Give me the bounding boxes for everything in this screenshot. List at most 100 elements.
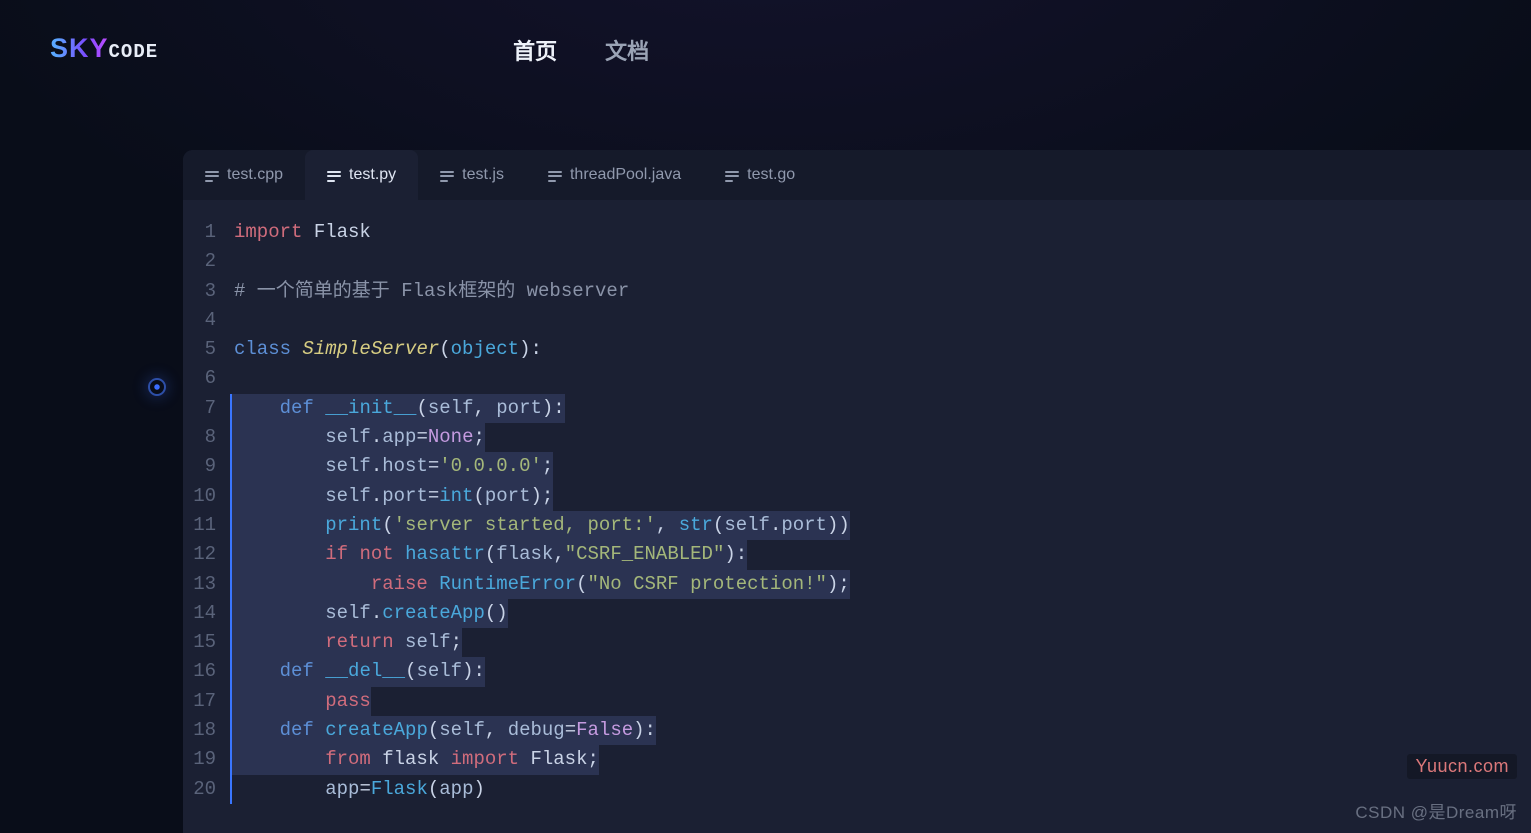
logo: SKYCODE: [50, 33, 158, 67]
line-content: raise RuntimeError("No CSRF protection!"…: [230, 570, 850, 599]
line-content: # 一个简单的基于 Flask框架的 webserver: [230, 277, 629, 306]
code-line-18[interactable]: 18 def createApp(self, debug=False):: [183, 716, 1531, 745]
line-content-wrapper: pass: [230, 687, 1531, 716]
line-number: 18: [183, 716, 230, 745]
code-line-1[interactable]: 1import Flask: [183, 218, 1531, 247]
file-tab-label: threadPool.java: [570, 166, 681, 184]
line-number: 3: [183, 277, 230, 306]
file-tab-label: test.py: [349, 166, 396, 184]
line-content: if not hasattr(flask,"CSRF_ENABLED"):: [230, 540, 747, 569]
file-tab-threadPool-java[interactable]: threadPool.java: [526, 150, 703, 200]
file-tab-test-js[interactable]: test.js: [418, 150, 526, 200]
code-line-12[interactable]: 12 if not hasattr(flask,"CSRF_ENABLED"):: [183, 540, 1531, 569]
logo-text-sky: SKY: [50, 33, 109, 63]
logo-text-code: CODE: [109, 23, 159, 63]
line-number: 6: [183, 364, 230, 393]
line-content-wrapper: [230, 364, 1531, 393]
file-tab-test-go[interactable]: test.go: [703, 150, 817, 200]
line-content-wrapper: if not hasattr(flask,"CSRF_ENABLED"):: [230, 540, 1531, 569]
line-content-wrapper: raise RuntimeError("No CSRF protection!"…: [230, 570, 1531, 599]
file-tab-label: test.cpp: [227, 166, 283, 184]
line-content: from flask import Flask;: [230, 745, 599, 774]
line-content: pass: [230, 687, 371, 716]
line-number: 2: [183, 247, 230, 276]
line-content: self.app=None;: [230, 423, 485, 452]
code-line-10[interactable]: 10 self.port=int(port);: [183, 482, 1531, 511]
line-content: def createApp(self, debug=False):: [230, 716, 656, 745]
watermark-author: CSDN @是Dream呀: [1355, 798, 1517, 823]
line-content: def __del__(self):: [230, 657, 485, 686]
file-tab-test-cpp[interactable]: test.cpp: [183, 150, 305, 200]
line-number: 16: [183, 657, 230, 686]
code-area[interactable]: 1import Flask2 3# 一个简单的基于 Flask框架的 webse…: [183, 200, 1531, 804]
line-number: 13: [183, 570, 230, 599]
code-line-8[interactable]: 8 self.app=None;: [183, 423, 1531, 452]
line-number: 11: [183, 511, 230, 540]
code-line-2[interactable]: 2: [183, 247, 1531, 276]
code-line-7[interactable]: 7 def __init__(self, port):: [183, 394, 1531, 423]
line-number: 8: [183, 423, 230, 452]
line-content: import Flask: [230, 218, 371, 247]
code-editor: test.cpp test.py test.js threadPool.java tes…: [183, 150, 1531, 833]
line-content-wrapper: [230, 247, 1531, 276]
line-content-wrapper: app=Flask(app): [230, 775, 1531, 804]
line-content-wrapper: self.port=int(port);: [230, 482, 1531, 511]
file-tab-test-py[interactable]: test.py: [305, 150, 418, 200]
code-line-15[interactable]: 15 return self;: [183, 628, 1531, 657]
line-number: 5: [183, 335, 230, 364]
file-icon: [725, 168, 739, 182]
line-content-wrapper: # 一个简单的基于 Flask框架的 webserver: [230, 277, 1531, 306]
code-line-16[interactable]: 16 def __del__(self):: [183, 657, 1531, 686]
line-content-wrapper: self.host='0.0.0.0';: [230, 452, 1531, 481]
line-content-wrapper: def createApp(self, debug=False):: [230, 716, 1531, 745]
line-content: print('server started, port:', str(self.…: [230, 511, 850, 540]
file-icon: [548, 168, 562, 182]
nav-item-1[interactable]: 文档: [605, 34, 649, 66]
line-number: 17: [183, 687, 230, 716]
code-line-3[interactable]: 3# 一个简单的基于 Flask框架的 webserver: [183, 277, 1531, 306]
code-line-17[interactable]: 17 pass: [183, 687, 1531, 716]
line-number: 20: [183, 775, 230, 804]
code-line-6[interactable]: 6: [183, 364, 1531, 393]
line-content: return self;: [230, 628, 462, 657]
code-line-11[interactable]: 11 print('server started, port:', str(se…: [183, 511, 1531, 540]
line-number: 10: [183, 482, 230, 511]
file-tabs: test.cpp test.py test.js threadPool.java tes…: [183, 150, 1531, 200]
line-content: self.port=int(port);: [230, 482, 553, 511]
line-number: 14: [183, 599, 230, 628]
line-content: def __init__(self, port):: [230, 394, 565, 423]
line-number: 1: [183, 218, 230, 247]
code-line-20[interactable]: 20 app=Flask(app): [183, 775, 1531, 804]
code-line-5[interactable]: 5class SimpleServer(object):: [183, 335, 1531, 364]
file-icon: [205, 168, 219, 182]
code-line-13[interactable]: 13 raise RuntimeError("No CSRF protectio…: [183, 570, 1531, 599]
line-number: 7: [183, 394, 230, 423]
line-number: 9: [183, 452, 230, 481]
line-content: [230, 247, 245, 276]
line-number: 15: [183, 628, 230, 657]
line-content: app=Flask(app): [230, 775, 485, 804]
top-nav: 首页 文档: [513, 34, 649, 66]
line-content-wrapper: [230, 306, 1531, 335]
line-content-wrapper: print('server started, port:', str(self.…: [230, 511, 1531, 540]
file-tab-label: test.js: [462, 166, 504, 184]
line-content: self.host='0.0.0.0';: [230, 452, 553, 481]
file-icon: [327, 168, 341, 182]
line-content-wrapper: self.app=None;: [230, 423, 1531, 452]
code-line-4[interactable]: 4: [183, 306, 1531, 335]
nav-item-0[interactable]: 首页: [513, 34, 557, 66]
line-content-wrapper: def __init__(self, port):: [230, 394, 1531, 423]
line-content-wrapper: import Flask: [230, 218, 1531, 247]
line-content-wrapper: return self;: [230, 628, 1531, 657]
line-number: 4: [183, 306, 230, 335]
line-content: [230, 364, 245, 393]
code-line-9[interactable]: 9 self.host='0.0.0.0';: [183, 452, 1531, 481]
line-content: class SimpleServer(object):: [230, 335, 542, 364]
line-content-wrapper: self.createApp(): [230, 599, 1531, 628]
watermark-site: Yuucn.com: [1407, 754, 1517, 779]
line-number: 19: [183, 745, 230, 774]
line-content-wrapper: from flask import Flask;: [230, 745, 1531, 774]
code-line-19[interactable]: 19 from flask import Flask;: [183, 745, 1531, 774]
file-icon: [440, 168, 454, 182]
code-line-14[interactable]: 14 self.createApp(): [183, 599, 1531, 628]
